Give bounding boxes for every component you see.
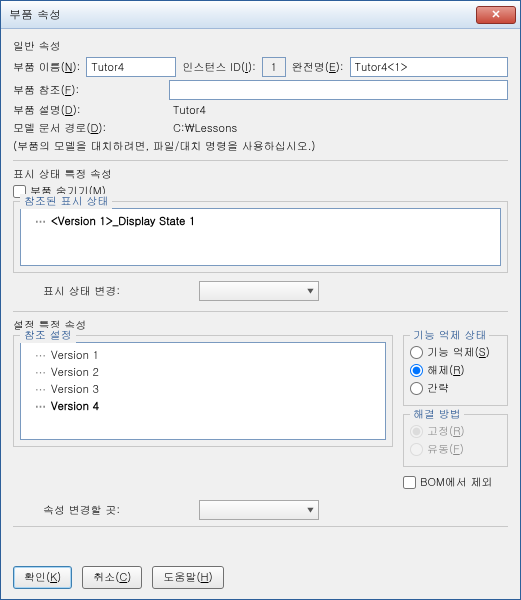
- config-two-col: 참조 설정 ⋯Version 1 ⋯Version 2 ⋯Version 3 ⋯…: [13, 335, 508, 492]
- general-section-title: 일반 속성: [13, 39, 508, 54]
- float-radio: [410, 443, 423, 456]
- replace-hint: (부품의 모델을 대치하려면, 파일/대치 명령을 사용하십시오.): [13, 139, 316, 154]
- list-item[interactable]: ⋯ <Version 1>_Display State 1: [27, 213, 494, 230]
- part-name-input[interactable]: [86, 57, 176, 77]
- model-doc-path-value: C:\Lessons: [173, 121, 237, 136]
- omit-radio[interactable]: [410, 382, 423, 395]
- divider-3: [13, 526, 508, 527]
- row-part-desc: 부품 설명(D): Tutor4: [13, 103, 508, 118]
- cancel-button[interactable]: 취소(C): [82, 566, 142, 589]
- fixed-radio: [410, 425, 423, 438]
- part-desc-label: 부품 설명(D):: [13, 103, 133, 118]
- row-part-name: 부품 이름(N): 인스턴스 ID(I): 완전명(E):: [13, 57, 508, 77]
- change-display-state-combo[interactable]: ▼: [199, 281, 319, 301]
- fixed-radio-label: 고정(R): [427, 424, 465, 439]
- tree-leaf-icon: ⋯: [35, 348, 47, 363]
- close-icon: ✕: [491, 7, 500, 22]
- help-button-label: 도움말(H): [163, 570, 212, 585]
- divider-1: [13, 160, 508, 161]
- referenced-config-legend: 참조 설정: [20, 328, 76, 343]
- part-ref-input[interactable]: [169, 80, 508, 100]
- chevron-down-icon: ▼: [307, 286, 314, 297]
- part-ref-label: 부품 참조(F):: [13, 83, 133, 98]
- omit-radio-label: 간략: [427, 381, 449, 396]
- ok-button[interactable]: 확인(K): [13, 566, 72, 589]
- float-radio-row: 유동(F): [410, 442, 501, 457]
- omit-radio-row[interactable]: 간략: [410, 381, 501, 396]
- suppress-radio-row[interactable]: 기능 억제(S): [410, 345, 501, 360]
- model-doc-path-label: 모델 문서 경로(D):: [13, 121, 133, 136]
- fixed-radio-row: 고정(R): [410, 424, 501, 439]
- instance-id-input[interactable]: [262, 57, 286, 77]
- version-item-label: Version 1: [51, 348, 99, 363]
- bom-exclude-checkbox[interactable]: [403, 476, 416, 489]
- suppress-radio-label: 기능 억제(S): [427, 345, 490, 360]
- full-name-label: 완전명(E):: [292, 60, 344, 75]
- row-hint: (부품의 모델을 대치하려면, 파일/대치 명령을 사용하십시오.): [13, 139, 508, 154]
- solve-method-legend: 해결 방법: [410, 407, 464, 422]
- referenced-display-state-fieldset: 참조된 표시 상태 ⋯ <Version 1>_Display State 1: [13, 201, 508, 273]
- help-button[interactable]: 도움말(H): [152, 566, 223, 589]
- change-config-where-combo[interactable]: ▼: [199, 500, 319, 520]
- float-radio-label: 유동(F): [427, 442, 464, 457]
- bom-exclude-label: BOM에서 제외: [420, 475, 493, 490]
- cancel-button-label: 취소(C): [93, 570, 131, 585]
- row-change-config: 속성 변경할 곳: ▼: [43, 500, 508, 520]
- list-item[interactable]: ⋯ Version 4: [27, 398, 379, 415]
- unsuppress-radio-label: 해제(R): [427, 363, 465, 378]
- close-button[interactable]: ✕: [476, 6, 516, 24]
- config-right-col: 기능 억제 상태 기능 억제(S) 해제(R) 간략 해결: [403, 335, 508, 492]
- full-name-input[interactable]: [350, 57, 508, 77]
- version-item-label: Version 3: [51, 382, 99, 397]
- chevron-down-icon: ▼: [307, 505, 314, 516]
- row-part-ref: 부품 참조(F):: [13, 80, 508, 100]
- divider-2: [13, 311, 508, 312]
- part-desc-value: Tutor4: [173, 103, 206, 118]
- list-item[interactable]: ⋯ Version 3: [27, 381, 379, 398]
- display-state-item-label: <Version 1>_Display State 1: [51, 214, 195, 229]
- ok-button-label: 확인(K): [24, 570, 61, 585]
- suppress-state-legend: 기능 억제 상태: [410, 328, 489, 343]
- row-model-doc-path: 모델 문서 경로(D): C:\Lessons: [13, 121, 508, 136]
- row-change-display-state: 표시 상태 변경: ▼: [43, 281, 508, 301]
- unsuppress-radio[interactable]: [410, 364, 423, 377]
- dialog-window: 부품 속성 ✕ 일반 속성 부품 이름(N): 인스턴스 ID(I): 완전명(…: [0, 0, 521, 600]
- dialog-buttons: 확인(K) 취소(C) 도움말(H): [1, 562, 520, 599]
- version-item-label: Version 4: [51, 399, 99, 414]
- unsuppress-radio-row[interactable]: 해제(R): [410, 363, 501, 378]
- referenced-display-state-list[interactable]: ⋯ <Version 1>_Display State 1: [20, 208, 501, 266]
- tree-leaf-icon: ⋯: [35, 382, 47, 397]
- solve-method-group: 해결 방법 고정(R) 유동(F): [403, 414, 508, 467]
- titlebar: 부품 속성 ✕: [1, 1, 520, 29]
- version-item-label: Version 2: [51, 365, 99, 380]
- suppress-state-group: 기능 억제 상태 기능 억제(S) 해제(R) 간략: [403, 335, 508, 406]
- change-config-where-label: 속성 변경할 곳:: [43, 503, 193, 518]
- window-title: 부품 속성: [9, 6, 476, 23]
- suppress-radio[interactable]: [410, 346, 423, 359]
- referenced-display-state-legend: 참조된 표시 상태: [20, 194, 112, 209]
- tree-leaf-icon: ⋯: [35, 365, 47, 380]
- list-item[interactable]: ⋯ Version 1: [27, 347, 379, 364]
- config-left-col: 참조 설정 ⋯Version 1 ⋯Version 2 ⋯Version 3 ⋯…: [13, 335, 393, 492]
- part-name-label: 부품 이름(N):: [13, 60, 80, 75]
- change-display-state-label: 표시 상태 변경:: [43, 284, 193, 299]
- referenced-config-fieldset: 참조 설정 ⋯Version 1 ⋯Version 2 ⋯Version 3 ⋯…: [13, 335, 393, 447]
- list-item[interactable]: ⋯ Version 2: [27, 364, 379, 381]
- dialog-content: 일반 속성 부품 이름(N): 인스턴스 ID(I): 완전명(E): 부품 참…: [1, 29, 520, 562]
- display-state-section-title: 표시 상태 특정 속성: [13, 167, 508, 182]
- referenced-config-list[interactable]: ⋯ Version 1 ⋯ Version 2 ⋯ Version 3 ⋯ Versio…: [20, 342, 386, 440]
- tree-leaf-icon: ⋯: [35, 399, 47, 414]
- instance-id-label: 인스턴스 ID(I):: [182, 60, 255, 75]
- bom-exclude-row[interactable]: BOM에서 제외: [403, 475, 508, 490]
- tree-leaf-icon: ⋯: [35, 214, 47, 229]
